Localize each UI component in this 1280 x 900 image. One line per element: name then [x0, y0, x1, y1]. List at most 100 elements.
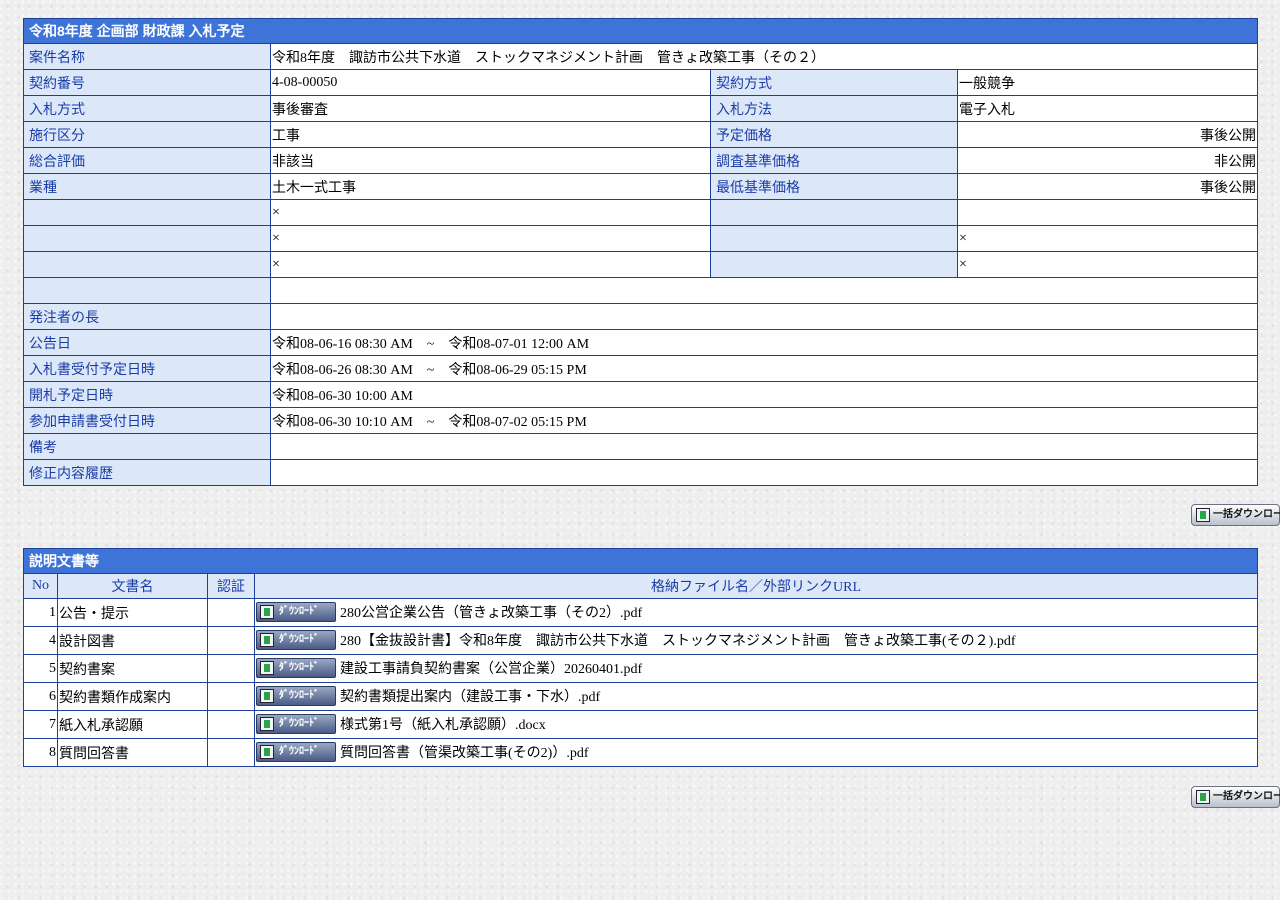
col-header-no: No — [23, 573, 58, 599]
detail-row: 施行区分 工事 予定価格 事後公開 — [23, 121, 1259, 148]
detail-label: 入札方式 — [23, 95, 271, 122]
document-file-name[interactable]: 280【金抜設計書】令和8年度 諏訪市公共下水道 ストックマネジメント計画 管き… — [340, 634, 1015, 649]
document-file-name[interactable]: 契約書類提出案内（建設工事・下水）.pdf — [340, 690, 600, 705]
download-button[interactable]: ﾀﾞｳﾝﾛｰﾄﾞ — [256, 686, 336, 707]
document-row: 4 設計図書 ﾀﾞｳﾝﾛｰﾄﾞ 280【金抜設計書】令和8年度 諏訪市公共下水道 スト… — [23, 626, 1258, 655]
document-file-cell: ﾀﾞｳﾝﾛｰﾄﾞ 契約書類提出案内（建設工事・下水）.pdf — [254, 682, 1258, 711]
download-label: ﾀﾞｳﾝﾛｰﾄﾞ — [279, 634, 319, 646]
detail-value — [269, 459, 1259, 486]
detail-value: 事後審査 — [270, 95, 711, 122]
detail-value: × — [270, 251, 711, 278]
detail-label: 調査基準価格 — [710, 147, 958, 174]
detail-label — [23, 225, 271, 252]
detail-label: 最低基準価格 — [710, 173, 958, 200]
document-file-name[interactable]: 様式第1号（紙入札承認願）.docx — [340, 718, 546, 733]
detail-row: × × — [23, 251, 1259, 278]
detail-label — [23, 251, 271, 278]
project-detail-table: 令和8年度 企画部 財政課 入札予定 案件名称 令和8年度 諏訪市公共下水道 ス… — [22, 18, 1259, 486]
project-name-value: 令和8年度 諏訪市公共下水道 ストックマネジメント計画 管きょ改築工事（その２） — [269, 43, 1259, 70]
download-icon — [260, 745, 274, 760]
detail-row: 総合評価 非該当 調査基準価格 非公開 — [23, 147, 1259, 174]
detail-label — [710, 199, 958, 226]
detail-value: 令和08-06-26 08:30 AM ~ 令和08-06-29 05:15 P… — [269, 355, 1259, 382]
detail-row: 契約番号 4-08-00050 契約方式 一般競争 — [23, 69, 1259, 96]
detail-row: × × — [23, 225, 1259, 252]
download-button[interactable]: ﾀﾞｳﾝﾛｰﾄﾞ — [256, 742, 336, 763]
detail-value: 4-08-00050 — [270, 69, 711, 96]
document-cert — [207, 626, 255, 655]
download-button[interactable]: ﾀﾞｳﾝﾛｰﾄﾞ — [256, 630, 336, 651]
download-icon — [1196, 508, 1210, 522]
detail-row: 業種 土木一式工事 最低基準価格 事後公開 — [23, 173, 1259, 200]
documents-title: 説明文書等 — [23, 548, 1258, 574]
download-icon — [260, 605, 274, 620]
detail-row: 発注者の長 — [23, 303, 1259, 330]
document-no: 7 — [23, 710, 58, 739]
detail-value: × — [270, 199, 711, 226]
detail-value: × — [956, 251, 1259, 278]
document-file-name[interactable]: 質問回答書（管渠改築工事(その2)）.pdf — [340, 746, 589, 761]
document-row: 5 契約書案 ﾀﾞｳﾝﾛｰﾄﾞ 建設工事請負契約書案（公営企業）20260401.pd… — [23, 654, 1258, 683]
detail-value — [269, 303, 1259, 330]
project-name-label: 案件名称 — [23, 43, 271, 70]
detail-value: 令和08-06-30 10:10 AM ~ 令和08-07-02 05:15 P… — [269, 407, 1259, 434]
detail-value: 非該当 — [270, 147, 711, 174]
detail-value — [956, 199, 1259, 226]
col-header-cert: 認証 — [207, 573, 255, 599]
detail-value: 一般競争 — [956, 69, 1259, 96]
document-cert — [207, 682, 255, 711]
document-row: 6 契約書類作成案内 ﾀﾞｳﾝﾛｰﾄﾞ 契約書類提出案内（建設工事・下水）.pdf — [23, 682, 1258, 711]
detail-label: 契約番号 — [23, 69, 271, 96]
download-label: ﾀﾞｳﾝﾛｰﾄﾞ — [279, 718, 319, 730]
document-row: 8 質問回答書 ﾀﾞｳﾝﾛｰﾄﾞ 質問回答書（管渠改築工事(その2)）.pdf — [23, 738, 1258, 767]
col-header-name: 文書名 — [57, 573, 208, 599]
detail-value: 事後公開 — [956, 121, 1259, 148]
detail-row — [23, 277, 1259, 304]
document-file-cell: ﾀﾞｳﾝﾛｰﾄﾞ 様式第1号（紙入札承認願）.docx — [254, 710, 1258, 739]
bulk-download-label: 一括ダウンロード — [1213, 509, 1280, 520]
detail-title: 令和8年度 企画部 財政課 入札予定 — [22, 18, 1259, 44]
download-icon — [260, 717, 274, 732]
detail-label: 参加申請書受付日時 — [23, 407, 271, 434]
detail-row: 入札方式 事後審査 入札方法 電子入札 — [23, 95, 1259, 122]
detail-label: 備考 — [23, 433, 271, 460]
detail-label: 業種 — [23, 173, 271, 200]
document-name: 契約書類作成案内 — [57, 682, 208, 711]
documents-table: 説明文書等 No 文書名 認証 格納ファイル名／外部リンクURL 1 公告・提示 ﾀ… — [23, 548, 1258, 767]
document-cert — [207, 738, 255, 767]
document-file-name[interactable]: 280公営企業公告（管きょ改築工事（その2）.pdf — [340, 606, 642, 621]
document-cert — [207, 710, 255, 739]
col-header-file: 格納ファイル名／外部リンクURL — [254, 573, 1258, 599]
detail-value — [269, 433, 1259, 460]
detail-row: 公告日 令和08-06-16 08:30 AM ~ 令和08-07-01 12:0… — [23, 329, 1259, 356]
download-icon — [260, 633, 274, 648]
download-button[interactable]: ﾀﾞｳﾝﾛｰﾄﾞ — [256, 658, 336, 679]
bulk-download-button[interactable]: 一括ダウンロード — [1191, 504, 1280, 526]
detail-row: 修正内容履歴 — [23, 459, 1259, 486]
download-button[interactable]: ﾀﾞｳﾝﾛｰﾄﾞ — [256, 714, 336, 735]
detail-value: 電子入札 — [956, 95, 1259, 122]
detail-label — [23, 199, 271, 226]
download-label: ﾀﾞｳﾝﾛｰﾄﾞ — [279, 606, 319, 618]
bulk-download-label: 一括ダウンロード — [1213, 791, 1280, 802]
detail-label: 入札方法 — [710, 95, 958, 122]
project-detail-panel: 令和8年度 企画部 財政課 入札予定 案件名称 令和8年度 諏訪市公共下水道 ス… — [22, 18, 1259, 486]
bulk-download-button-bottom[interactable]: 一括ダウンロード — [1191, 786, 1280, 808]
detail-value: 事後公開 — [956, 173, 1259, 200]
document-name: 公告・提示 — [57, 598, 208, 627]
document-file-name[interactable]: 建設工事請負契約書案（公営企業）20260401.pdf — [340, 662, 642, 677]
download-button[interactable]: ﾀﾞｳﾝﾛｰﾄﾞ — [256, 602, 336, 623]
download-label: ﾀﾞｳﾝﾛｰﾄﾞ — [279, 662, 319, 674]
download-label: ﾀﾞｳﾝﾛｰﾄﾞ — [279, 746, 319, 758]
detail-value: 工事 — [270, 121, 711, 148]
document-name: 設計図書 — [57, 626, 208, 655]
document-file-cell: ﾀﾞｳﾝﾛｰﾄﾞ 280【金抜設計書】令和8年度 諏訪市公共下水道 ストックマネジ… — [254, 626, 1258, 655]
download-icon — [1196, 790, 1210, 804]
document-cert — [207, 654, 255, 683]
document-file-cell: ﾀﾞｳﾝﾛｰﾄﾞ 建設工事請負契約書案（公営企業）20260401.pdf — [254, 654, 1258, 683]
detail-row: 入札書受付予定日時 令和08-06-26 08:30 AM ~ 令和08-06-2… — [23, 355, 1259, 382]
detail-label — [710, 225, 958, 252]
document-name: 紙入札承認願 — [57, 710, 208, 739]
detail-value: 令和08-06-30 10:00 AM — [269, 381, 1259, 408]
detail-value: 非公開 — [956, 147, 1259, 174]
